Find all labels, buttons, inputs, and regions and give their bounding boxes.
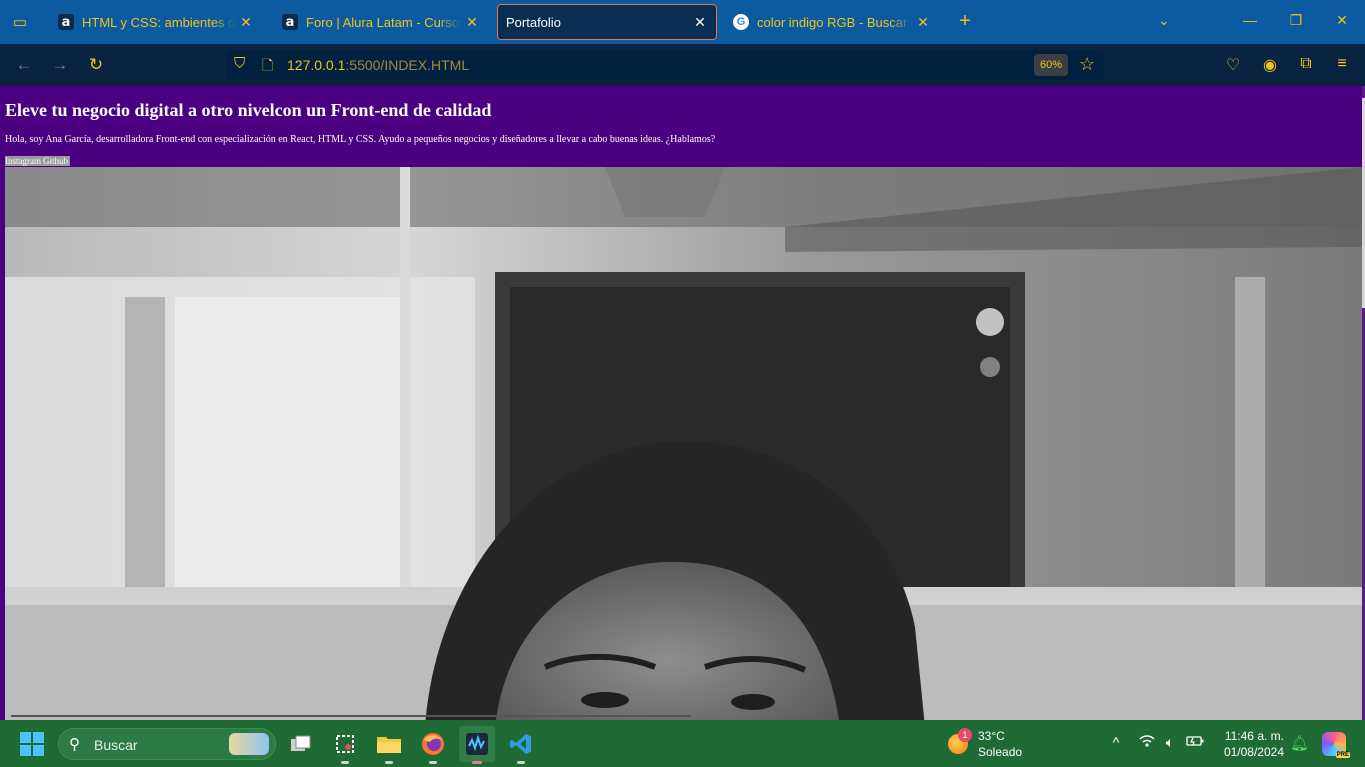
chevron-down-icon[interactable]: ⌄ <box>1158 12 1170 29</box>
tab-html-css[interactable]: a HTML y CSS: ambientes de des ✕ <box>48 4 262 40</box>
instagram-link[interactable]: Instagram <box>5 156 41 166</box>
close-window-icon[interactable]: ✕ <box>1332 12 1352 29</box>
extensions-icon[interactable]: ⧉ <box>1295 55 1317 73</box>
close-icon[interactable]: ✕ <box>690 14 710 31</box>
audio-app-icon[interactable] <box>459 726 495 764</box>
weather-widget[interactable]: 1 33°C Soleado <box>948 728 1028 760</box>
portrait-photo <box>5 167 1362 720</box>
page-viewport: Eleve tu negocio digital a otro nivelcon… <box>0 86 1365 720</box>
running-indicator <box>517 761 525 764</box>
search-highlight-icon <box>229 733 269 755</box>
search-placeholder: Buscar <box>94 737 138 753</box>
google-icon: G <box>733 14 749 30</box>
search-icon: ⚲ <box>69 736 80 753</box>
firefox-view-icon[interactable]: ▭ <box>8 10 32 34</box>
zoom-level[interactable]: 60% <box>1034 54 1068 76</box>
tab-strip: ▭ a HTML y CSS: ambientes de des ✕ a For… <box>0 0 1365 44</box>
tab-portafolio[interactable]: Portafolio ✕ <box>497 4 717 40</box>
github-link[interactable]: Github <box>43 156 68 166</box>
tab-title: HTML y CSS: ambientes de des <box>82 14 236 30</box>
running-indicator <box>341 761 349 764</box>
tab-title: Portafolio <box>506 14 561 30</box>
file-explorer-icon[interactable] <box>371 726 407 764</box>
back-icon[interactable]: ← <box>13 54 35 76</box>
pocket-icon[interactable]: ♡ <box>1222 55 1244 75</box>
taskbar: ⚲ Buscar 1 33°C Soleado ^ 🔈︎ 11:46 a. m.… <box>0 720 1365 767</box>
battery-icon[interactable] <box>1185 734 1205 750</box>
snipping-tool-icon[interactable] <box>327 726 363 764</box>
url-path: :5500/INDEX.HTML <box>345 57 470 73</box>
weather-temperature: 33°C <box>978 729 1005 743</box>
running-indicator <box>472 761 482 764</box>
running-indicator <box>385 761 393 764</box>
social-links: Instagram Github <box>5 156 71 166</box>
tab-title: Foro | Alura Latam - Cursos onl <box>306 14 462 30</box>
windows-start-icon[interactable] <box>20 732 44 756</box>
wifi-icon[interactable] <box>1137 734 1157 751</box>
forward-icon[interactable]: → <box>49 54 71 76</box>
close-icon[interactable]: ✕ <box>462 14 482 31</box>
chevron-up-icon[interactable]: ^ <box>1106 734 1126 750</box>
navigation-toolbar: ← → ↻ ⛉ 🗋 127.0.0.1:5500/INDEX.HTML 60% … <box>0 44 1365 86</box>
task-view-icon[interactable] <box>283 726 319 762</box>
page-description: Hola, soy Ana García, desarrolladora Fro… <box>5 134 716 145</box>
page-icon[interactable]: 🗋 <box>262 55 273 79</box>
alura-icon: a <box>58 14 74 30</box>
reload-icon[interactable]: ↻ <box>85 54 107 76</box>
volume-icon[interactable]: 🔈︎ <box>1160 734 1180 751</box>
copilot-badge: PRE <box>1335 752 1350 758</box>
firefox-icon[interactable] <box>415 726 451 764</box>
clock-time: 11:46 a. m. <box>1224 729 1284 743</box>
alura-icon: a <box>282 14 298 30</box>
minimize-icon[interactable]: — <box>1240 12 1260 28</box>
copilot-icon[interactable]: PRE <box>1322 732 1350 758</box>
system-clock[interactable]: 11:46 a. m. 01/08/2024 <box>1214 728 1284 760</box>
taskbar-search[interactable]: ⚲ Buscar <box>58 728 276 760</box>
bookmark-star-icon[interactable]: ☆ <box>1079 54 1095 75</box>
shield-icon[interactable]: ⛉ <box>234 55 245 72</box>
portrait-photo-graphic <box>5 167 1362 720</box>
notification-bell-icon[interactable]: 🔔︎ <box>1290 734 1309 752</box>
clock-date: 01/08/2024 <box>1223 745 1284 759</box>
new-tab-button[interactable]: + <box>953 10 977 34</box>
tab-title: color indigo RGB - Buscar con G <box>757 14 913 30</box>
notification-badge: 1 <box>958 728 972 742</box>
tab-google-search[interactable]: G color indigo RGB - Buscar con G ✕ <box>723 4 939 40</box>
close-icon[interactable]: ✕ <box>236 14 256 31</box>
url-text[interactable]: 127.0.0.1:5500/INDEX.HTML <box>287 57 469 73</box>
vscode-icon[interactable] <box>503 726 539 764</box>
close-icon[interactable]: ✕ <box>913 14 933 31</box>
menu-icon[interactable]: ≡ <box>1331 55 1353 73</box>
account-icon[interactable]: ◉ <box>1259 55 1281 75</box>
restore-icon[interactable]: ❐ <box>1286 12 1306 29</box>
url-host: 127.0.0.1 <box>287 57 346 73</box>
running-indicator <box>429 761 437 764</box>
weather-condition: Soleado <box>978 745 1023 759</box>
tab-foro-alura[interactable]: a Foro | Alura Latam - Cursos onl ✕ <box>272 4 488 40</box>
address-bar[interactable]: ⛉ 🗋 127.0.0.1:5500/INDEX.HTML 60% ☆ <box>226 50 1104 80</box>
page-title: Eleve tu negocio digital a otro nivelcon… <box>5 100 492 120</box>
